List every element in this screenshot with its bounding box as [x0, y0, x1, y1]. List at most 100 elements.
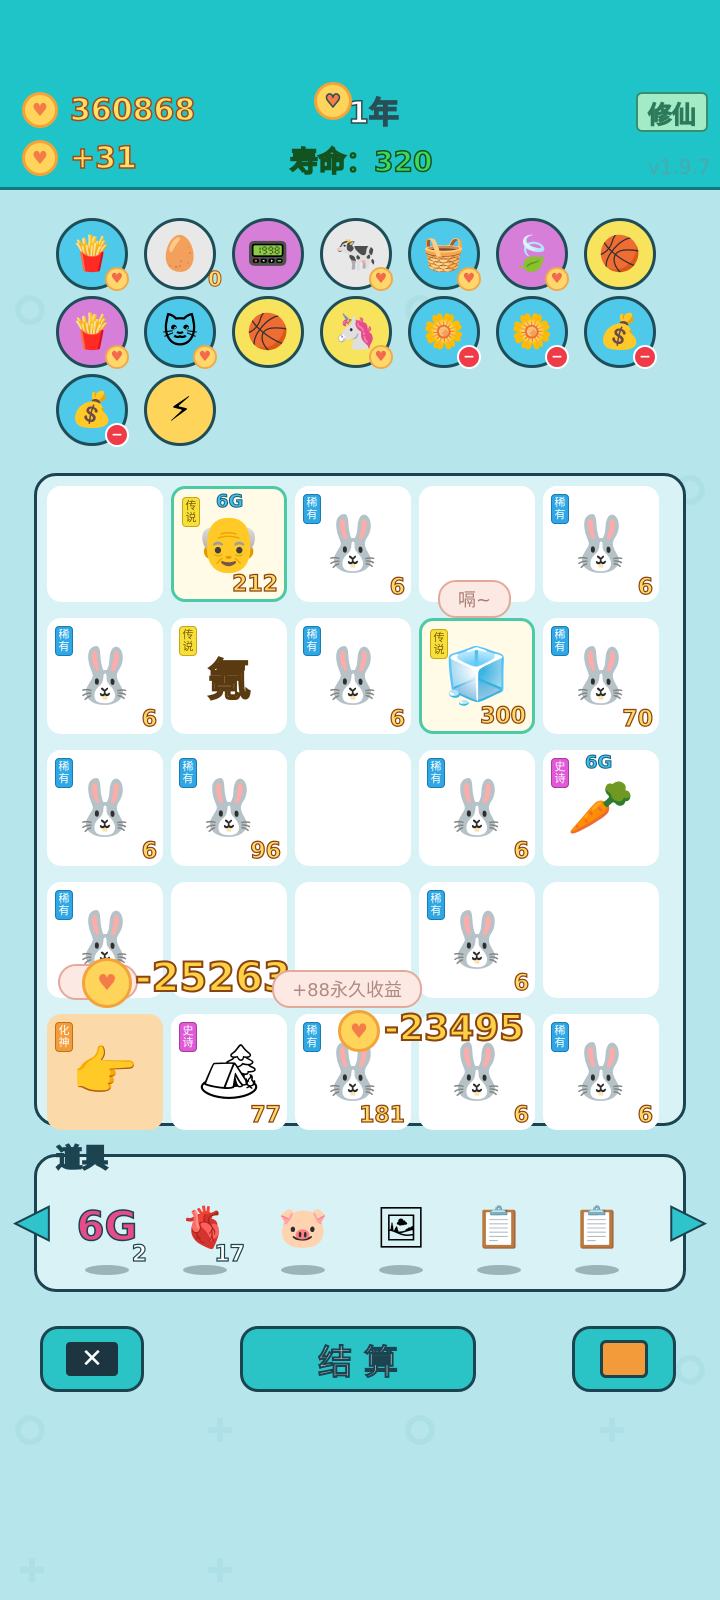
rarity-tag: 传说 — [430, 629, 448, 659]
heart-badge-icon: ♥ — [193, 345, 217, 369]
heart-badge-icon: ♥ — [369, 267, 393, 291]
tool-shadow — [379, 1265, 423, 1275]
tools-next-arrow-icon[interactable]: ▶ — [668, 1188, 708, 1252]
basketballs-icon[interactable]: 🏀 — [232, 296, 304, 368]
board-cell[interactable]: 稀有 🐰 6 — [543, 486, 659, 602]
tools-title: 道具 — [55, 1143, 109, 1175]
close-button[interactable]: ✕ — [40, 1326, 144, 1392]
minus-badge-icon: − — [633, 345, 657, 369]
cows-icon[interactable]: 🐄 ♥ — [320, 218, 393, 291]
rabbit-icon: 🐰 — [195, 776, 263, 839]
fruit-basket-icon[interactable]: 🧺 ♥ — [408, 218, 481, 291]
rarity-tag: 稀有 — [427, 890, 445, 920]
rabbit-icon: 🐰 — [71, 644, 139, 707]
minus-badge-icon: − — [457, 345, 481, 369]
board-cell[interactable]: 传说 🧊 300 — [419, 618, 535, 734]
rarity-tag: 稀有 — [55, 626, 73, 656]
cell-count: 181 — [358, 1102, 405, 1128]
effect-glyph: 💰 — [70, 390, 114, 430]
burp-speech-bubble: 嗝~ — [438, 580, 512, 618]
cat-icon[interactable]: 🐱 ♥ — [144, 296, 217, 369]
heart-badge-icon: ♥ — [457, 267, 481, 291]
effect-glyph: 🧺 — [422, 234, 466, 274]
egg-tray-icon[interactable]: 🥚 0 — [144, 218, 222, 292]
income-row: ♥ +31 — [22, 140, 138, 176]
leaf-icon[interactable]: 🍃 ♥ — [496, 218, 569, 291]
basketballs-icon[interactable]: 🏀 — [584, 218, 656, 290]
cell-count: 77 — [250, 1102, 282, 1128]
rarity-tag: 化神 — [55, 1022, 73, 1052]
floating-loss-1: -25263 — [134, 954, 292, 1002]
empty-cell[interactable] — [295, 750, 411, 866]
lightning-coin-icon[interactable]: ⚡ — [144, 374, 216, 446]
rarity-tag: 稀有 — [303, 626, 321, 656]
effect-glyph: 🍟 — [70, 312, 114, 352]
piggy-bank-icon[interactable]: 🐷 — [263, 1187, 343, 1275]
money-bag-icon[interactable]: 💰 − — [56, 374, 129, 447]
effect-glyph: 🏀 — [598, 234, 642, 274]
tool-count: 17 — [214, 1241, 246, 1267]
board-cell[interactable]: 稀有 🐰 6 — [419, 882, 535, 998]
heart-badge-icon: ♥ — [105, 345, 129, 369]
effect-glyph: 🍃 — [510, 234, 554, 274]
cell-count: 300 — [479, 703, 526, 729]
board-cell[interactable]: 稀有 🐰 6 — [295, 486, 411, 602]
tools-prev-arrow-icon[interactable]: ◀ — [12, 1188, 52, 1252]
liver-icon[interactable]: 🫀 17 — [165, 1187, 246, 1275]
empty-cell[interactable] — [47, 486, 163, 602]
lifespan-label: 寿命：320 — [289, 144, 433, 179]
effect-glyph: 🌼 — [510, 312, 554, 352]
tool-glyph: 6G — [76, 1203, 138, 1251]
fries-icon[interactable]: 🍟 ♥ — [56, 218, 129, 291]
cell-count: 6 — [513, 1102, 530, 1128]
cultivate-button[interactable]: 修仙 — [636, 92, 708, 132]
close-icon: ✕ — [66, 1342, 118, 1376]
rarity-tag: 稀有 — [551, 1022, 569, 1052]
board-cell[interactable]: 稀有 🐰 6 — [47, 618, 163, 734]
year-label: 1年 — [347, 95, 399, 132]
board-cell[interactable]: 史诗 🏕 77 — [171, 1014, 287, 1130]
rarity-tag: 传说 — [179, 626, 197, 656]
cell-count: 70 — [622, 706, 654, 732]
heart-coin-icon: ♥ — [22, 92, 58, 128]
settle-button[interactable]: 结 算 — [240, 1326, 476, 1392]
board-cell[interactable]: 稀有 🐰 6 — [295, 618, 411, 734]
flower-pot-icon[interactable]: 🌼 − — [496, 296, 569, 369]
cell-count: 6 — [637, 574, 654, 600]
fries-icon[interactable]: 🍟 ♥ — [56, 296, 129, 369]
portrait-icon[interactable]: 🖼 — [361, 1187, 441, 1275]
board-cell[interactable]: 稀有 🐰 70 — [543, 618, 659, 734]
pointing-hand-icon: 👉 — [71, 1040, 139, 1103]
board-cell[interactable]: 传说氪 — [171, 618, 287, 734]
effect-glyph: 📟 — [246, 234, 290, 274]
pink-device-icon[interactable]: 📟 — [232, 218, 304, 290]
rarity-tag: 稀有 — [179, 758, 197, 788]
board-cell[interactable]: 稀有 🐰 6 — [47, 750, 163, 866]
tool-shadow — [477, 1265, 521, 1275]
6g-icon[interactable]: 6G 2 — [67, 1187, 148, 1275]
inventory-button[interactable] — [572, 1326, 676, 1392]
cell-count: 6 — [141, 838, 158, 864]
copy-paste-frame-icon[interactable]: 📋 — [557, 1187, 637, 1275]
money-bag-icon[interactable]: 💰 − — [584, 296, 657, 369]
board-cell[interactable]: 稀有 🐰 6 — [543, 1014, 659, 1130]
unicorn-icon[interactable]: 🦄 ♥ — [320, 296, 393, 369]
effect-glyph: 🐱 — [162, 312, 198, 352]
heart-badge-icon: ♥ — [105, 267, 129, 291]
board-cell[interactable]: 稀有 🐰 6 — [419, 750, 535, 866]
effect-glyph: ⚡ — [168, 390, 192, 430]
empty-cell[interactable] — [543, 882, 659, 998]
board-cell[interactable]: 史诗 6G 🥕 — [543, 750, 659, 866]
board-cell[interactable]: 稀有 🐰 96 — [171, 750, 287, 866]
rabbit-icon: 🐰 — [567, 644, 635, 707]
rabbit-icon: 🐰 — [71, 776, 139, 839]
6g-label: 6G — [584, 752, 613, 774]
heart-coin-icon: ♥ — [314, 82, 352, 120]
board-cell[interactable]: 传说 6G 👴 212 — [171, 486, 287, 602]
copy-paste-frame-icon[interactable]: 📋 — [459, 1187, 539, 1275]
tool-glyph: 🖼 — [375, 1204, 427, 1251]
flower-pot-icon[interactable]: 🌼 − — [408, 296, 481, 369]
effect-glyph: 🌼 — [422, 312, 466, 352]
rarity-tag: 传说 — [182, 497, 200, 527]
board-cell[interactable]: 化神 👉 — [47, 1014, 163, 1130]
